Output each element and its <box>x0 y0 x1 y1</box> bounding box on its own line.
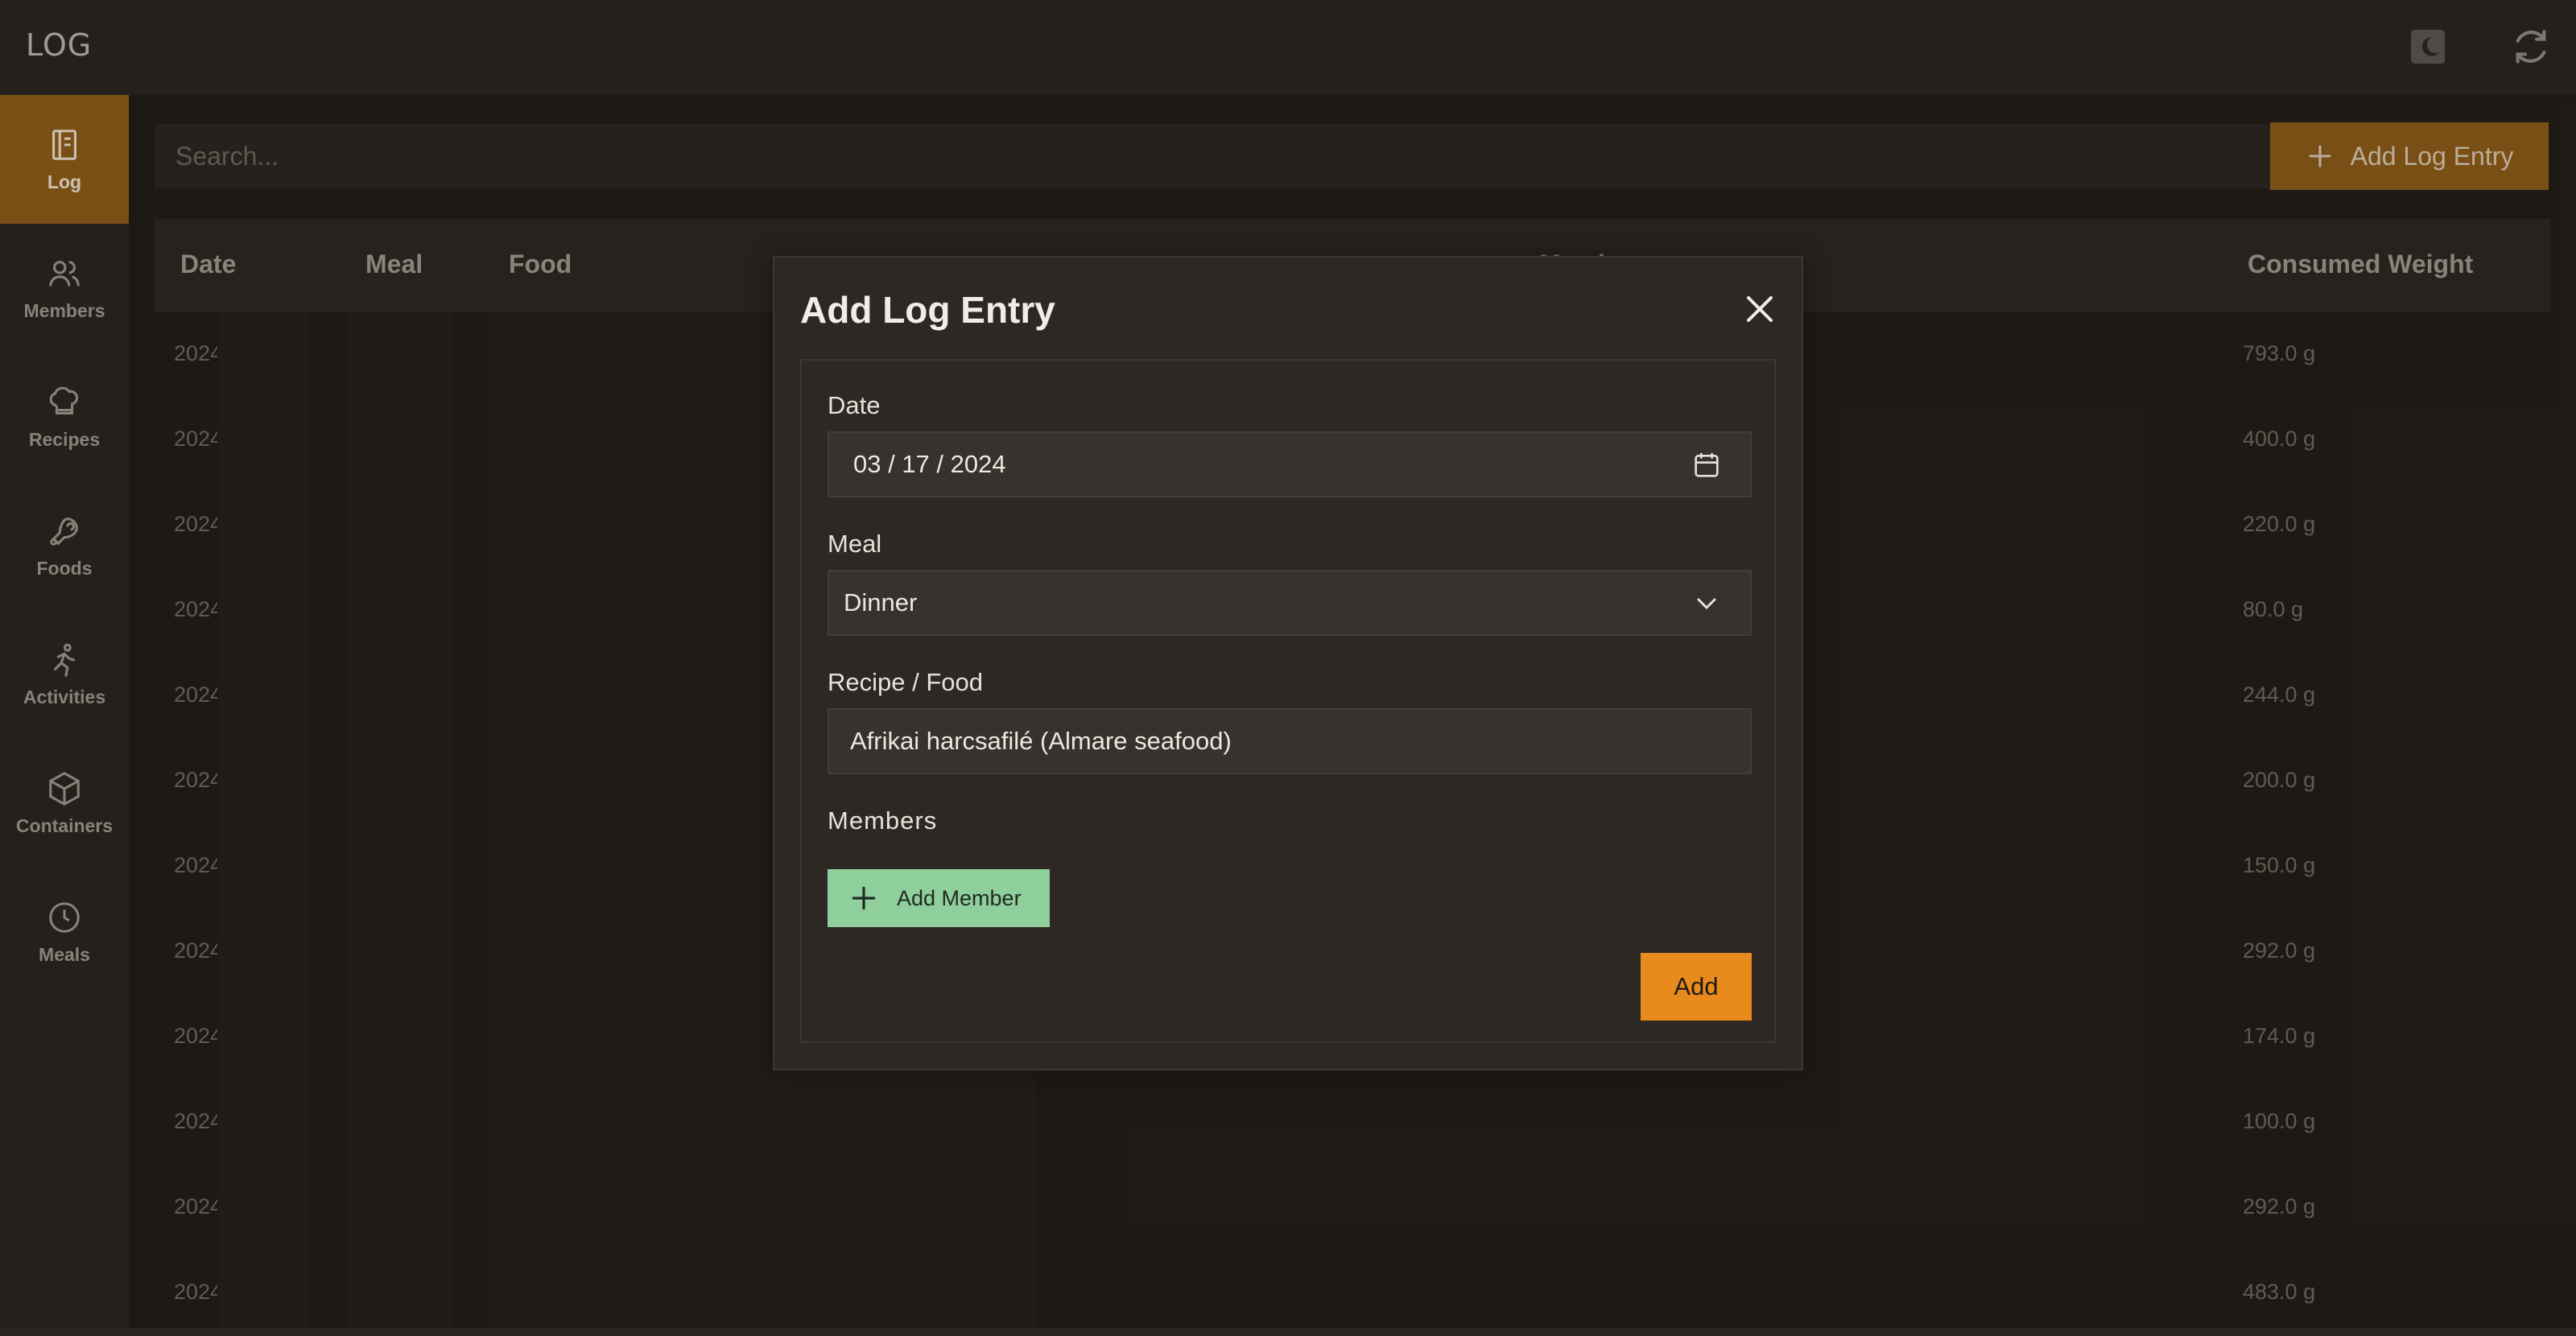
recipe-food-label: Recipe / Food <box>828 668 983 696</box>
chevron-down-icon <box>1690 588 1723 620</box>
recipe-food-value: Afrikai harcsafilé (Almare seafood) <box>850 727 1232 755</box>
log-entry-form: Date 03 / 17 / 2024 Meal Dinner Recipe /… <box>800 359 1776 1043</box>
calendar-icon[interactable] <box>1690 449 1723 481</box>
add-submit-button[interactable]: Add <box>1641 953 1752 1021</box>
meal-select[interactable]: Dinner <box>828 570 1752 636</box>
members-label: Members <box>828 806 938 835</box>
meal-label: Meal <box>828 530 882 558</box>
recipe-food-input[interactable]: Afrikai harcsafilé (Almare seafood) <box>828 708 1752 774</box>
date-field[interactable]: 03 / 17 / 2024 <box>828 431 1752 497</box>
add-member-label: Add Member <box>897 885 1022 910</box>
close-icon[interactable] <box>1740 290 1779 328</box>
plus-icon <box>852 886 876 910</box>
add-member-button[interactable]: Add Member <box>828 869 1050 927</box>
add-log-entry-dialog: Add Log Entry Date 03 / 17 / 2024 Meal D… <box>773 256 1803 1070</box>
dialog-title: Add Log Entry <box>800 289 1055 331</box>
date-label: Date <box>828 391 881 419</box>
date-value: 03 / 17 / 2024 <box>853 450 1006 478</box>
meal-value: Dinner <box>844 588 918 616</box>
